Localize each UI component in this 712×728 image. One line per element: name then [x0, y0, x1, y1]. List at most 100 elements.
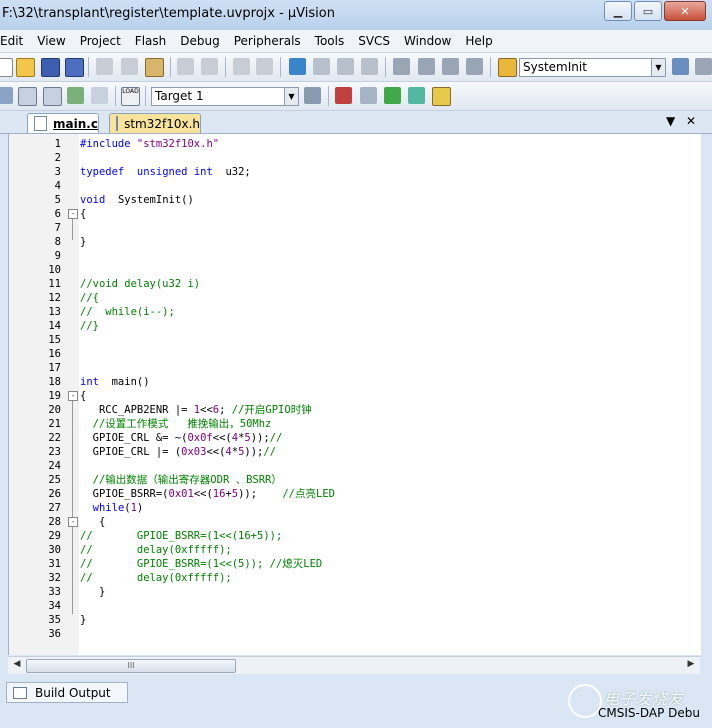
incremental-find-icon[interactable] [672, 58, 689, 75]
new-file-icon[interactable] [0, 58, 13, 77]
chevron-down-icon[interactable]: ▼ [284, 88, 298, 105]
code-line[interactable]: 33 } [9, 585, 701, 599]
menu-svcs[interactable]: SVCS [351, 34, 397, 48]
code-line[interactable]: 8} [9, 235, 701, 249]
scroll-left-icon[interactable]: ◀ [11, 659, 23, 671]
tab-main-c[interactable]: main.c [27, 113, 99, 133]
batch-build-icon[interactable] [67, 87, 84, 104]
horizontal-scrollbar[interactable]: ◀ III ▶ [8, 656, 700, 674]
menu-flash[interactable]: Flash [128, 34, 173, 48]
scroll-right-icon[interactable]: ▶ [685, 659, 697, 671]
menu-view[interactable]: View [30, 34, 72, 48]
code-line[interactable]: 1 #include "stm32f10x.h" [9, 137, 701, 151]
menu-edit[interactable]: Edit [0, 34, 30, 48]
select-packs-icon[interactable] [432, 87, 451, 106]
maximize-button[interactable]: ▭ [634, 1, 662, 21]
menu-debug[interactable]: Debug [173, 34, 226, 48]
redo-icon[interactable] [201, 58, 218, 75]
bookmark-icon[interactable] [289, 58, 306, 75]
function-combo[interactable]: SystemInit ▼ [519, 58, 666, 77]
translate-icon[interactable] [0, 87, 13, 104]
save-all-icon[interactable] [65, 58, 84, 77]
code-line[interactable]: 36 [9, 627, 701, 641]
target-combo[interactable]: Target 1 ▼ [151, 87, 299, 106]
code-line[interactable]: 31 // GPIOE_BSRR=(1<<(5)); //熄灭LED [9, 557, 701, 571]
menu-help[interactable]: Help [458, 34, 499, 48]
code-line[interactable]: 19-{ [9, 389, 701, 403]
comment-icon[interactable] [442, 58, 459, 75]
cut-icon[interactable] [96, 58, 113, 75]
code-line[interactable]: 28- { [9, 515, 701, 529]
menu-peripherals[interactable]: Peripherals [227, 34, 308, 48]
open-folder-icon[interactable] [16, 58, 35, 77]
prev-bookmark-icon[interactable] [313, 58, 330, 75]
save-icon[interactable] [41, 58, 60, 77]
code-line[interactable]: 35} [9, 613, 701, 627]
code-line[interactable]: 4 [9, 179, 701, 193]
close-window-button[interactable]: ✕ [664, 1, 706, 21]
indent-icon[interactable] [393, 58, 410, 75]
stop-build-icon[interactable] [91, 87, 108, 104]
code-line[interactable]: 10 [9, 263, 701, 277]
uncomment-icon[interactable] [466, 58, 483, 75]
code-line[interactable]: 18 int main() [9, 375, 701, 389]
chevron-down-icon[interactable]: ▼ [651, 59, 665, 76]
code-line[interactable]: 14 //} [9, 319, 701, 333]
code-line[interactable]: 24 [9, 459, 701, 473]
code-line[interactable]: 13 // while(i--); [9, 305, 701, 319]
find-in-files-icon[interactable] [498, 58, 517, 77]
code-line[interactable]: 22 GPIOE_CRL &= ~(0x0f<<(4*5));// [9, 431, 701, 445]
unindent-icon[interactable] [418, 58, 435, 75]
next-bookmark-icon[interactable] [337, 58, 354, 75]
scrollbar-thumb[interactable]: III [26, 659, 236, 673]
code-line[interactable]: 15 [9, 333, 701, 347]
copy-icon[interactable] [121, 58, 138, 75]
code-line[interactable]: 26 GPIOE_BSRR=(0x01<<(16+5)); //点亮LED [9, 487, 701, 501]
build-icon[interactable] [18, 87, 37, 106]
code-line[interactable]: 30 // delay(0xfffff); [9, 543, 701, 557]
code-line[interactable]: 16 [9, 347, 701, 361]
code-line[interactable]: 25 //输出数据（输出寄存器ODR 、BSRR） [9, 473, 701, 487]
menu-tools[interactable]: Tools [308, 34, 352, 48]
navigate-back-icon[interactable] [233, 58, 250, 75]
close-tab-icon[interactable]: ✕ [686, 114, 696, 128]
clear-bookmarks-icon[interactable] [361, 58, 378, 75]
menu-window[interactable]: Window [397, 34, 458, 48]
fold-toggle-icon[interactable]: - [68, 209, 78, 219]
code-line[interactable]: 27 while(1) [9, 501, 701, 515]
code-line[interactable]: 9 [9, 249, 701, 263]
rebuild-icon[interactable] [43, 87, 62, 106]
target-options-icon[interactable] [304, 87, 321, 104]
undo-icon[interactable] [177, 58, 194, 75]
menu-project[interactable]: Project [73, 34, 128, 48]
download-load-icon[interactable]: LOAD [121, 87, 140, 106]
code-line[interactable]: 20 RCC_APB2ENR |= 1<<6; //开启GPIO时钟 [9, 403, 701, 417]
code-line[interactable]: 32 // delay(0xfffff); [9, 571, 701, 585]
minimize-button[interactable]: ▁ [604, 1, 632, 21]
code-line[interactable]: 11 //void delay(u32 i) [9, 277, 701, 291]
code-line[interactable]: 12 //{ [9, 291, 701, 305]
pack-installer-icon[interactable] [384, 87, 401, 104]
run-time-environment-icon[interactable] [408, 87, 425, 104]
paste-icon[interactable] [145, 58, 164, 77]
tab-stm32f10x-h[interactable]: stm32f10x.h [109, 113, 201, 133]
code-line[interactable]: 3 typedef unsigned int u32; [9, 165, 701, 179]
fold-toggle-icon[interactable]: - [68, 517, 78, 527]
build-output-tab[interactable]: Build Output [6, 682, 128, 703]
code-line[interactable]: 17 [9, 361, 701, 375]
code-line[interactable]: 23 GPIOE_CRL |= (0x03<<(4*5));// [9, 445, 701, 459]
code-editor[interactable]: 1 #include "stm32f10x.h" 2 3 typedef unsigne… [8, 134, 701, 655]
code-line[interactable]: 6-{ [9, 207, 701, 221]
navigate-forward-icon[interactable] [256, 58, 273, 75]
code-line[interactable]: 7 [9, 221, 701, 235]
code-line[interactable]: 29 // GPIOE_BSRR=(1<<(16+5)); [9, 529, 701, 543]
code-line[interactable]: 2 [9, 151, 701, 165]
code-line[interactable]: 34 [9, 599, 701, 613]
tab-list-chevron-icon[interactable]: ▼ [666, 114, 675, 128]
fold-toggle-icon[interactable]: - [68, 391, 78, 401]
file-extensions-icon[interactable] [360, 87, 377, 104]
code-line[interactable]: 5 void SystemInit() [9, 193, 701, 207]
code-line[interactable]: 21 //设置工作模式 推挽输出，50Mhz [9, 417, 701, 431]
toolbar-options-icon[interactable] [695, 58, 712, 75]
manage-components-icon[interactable] [335, 87, 352, 104]
